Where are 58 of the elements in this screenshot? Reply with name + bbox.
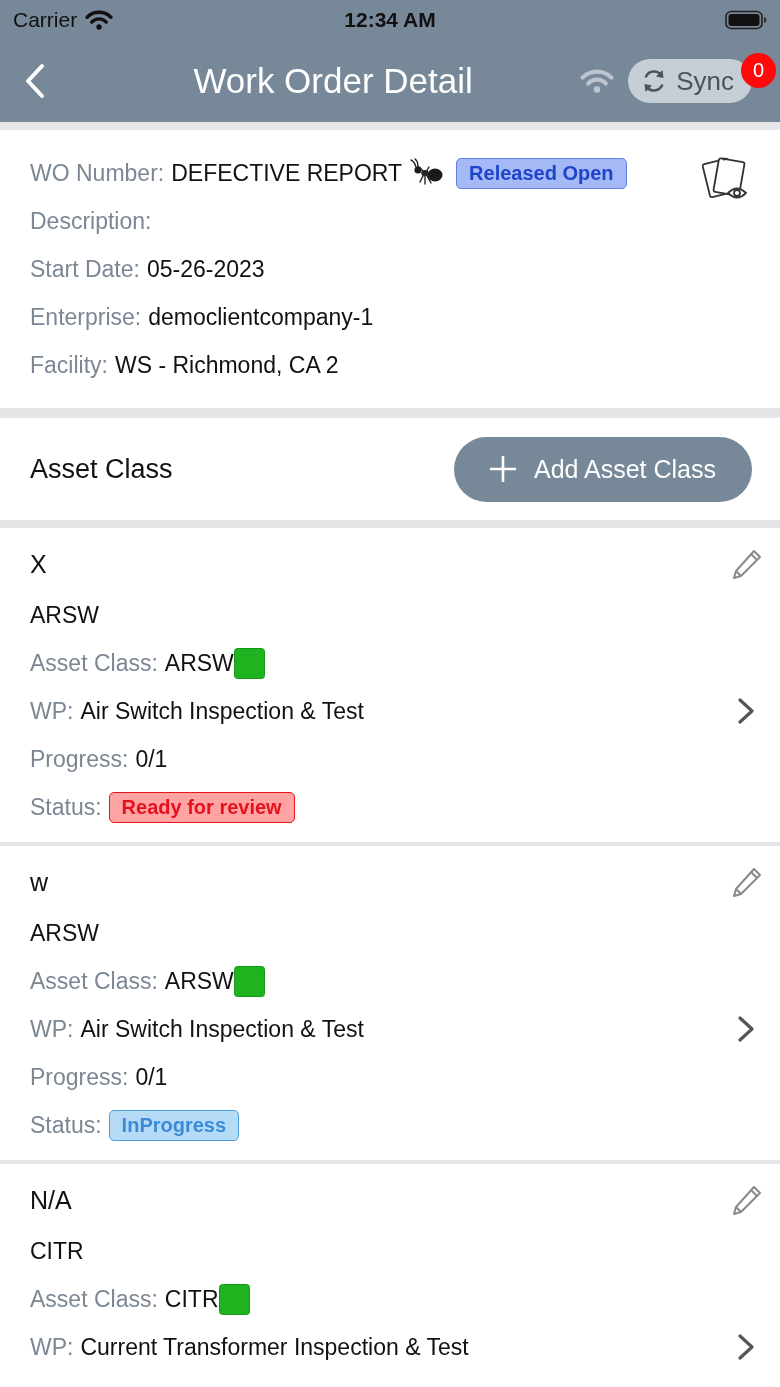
carrier-name: Carrier xyxy=(13,8,78,32)
square-icon xyxy=(233,647,265,679)
field-label: Description: xyxy=(30,207,152,235)
section-title: Asset Class xyxy=(30,453,173,485)
field-value: 05-26-2023 xyxy=(146,255,265,283)
field-label: Asset Class: xyxy=(30,967,158,995)
square-icon xyxy=(233,965,265,997)
plus-icon xyxy=(490,456,516,482)
field-value: ARSW xyxy=(164,649,234,677)
pencil-icon[interactable] xyxy=(732,1184,762,1216)
wifi-icon xyxy=(85,10,114,30)
status-badge: Released Open xyxy=(456,157,627,189)
field-value: ARSW xyxy=(164,967,234,995)
pencil-icon[interactable] xyxy=(732,866,762,898)
field-label: WP: xyxy=(30,1015,74,1043)
field-label: WP: xyxy=(30,1333,74,1361)
asset-name: X xyxy=(30,549,47,579)
field-value: WS - Richmond, CA 2 xyxy=(114,351,339,379)
field-label: Enterprise: xyxy=(30,303,142,331)
field-value: 0/1 xyxy=(135,1063,168,1091)
field-label: Status: xyxy=(30,1111,102,1139)
field-label: WP: xyxy=(30,697,74,725)
field-value: Air Switch Inspection & Test xyxy=(80,1015,364,1043)
field-label: Asset Class: xyxy=(30,649,158,677)
ant-icon xyxy=(410,158,445,188)
field-value: CITR xyxy=(164,1285,219,1313)
clock-time: 12:34 AM xyxy=(344,8,436,32)
chevron-right-icon[interactable] xyxy=(737,1016,755,1042)
field-label: Facility: xyxy=(30,351,108,379)
chevron-right-icon[interactable] xyxy=(737,1334,755,1360)
field-label: Start Date: xyxy=(30,255,140,283)
field-value: Current Transformer Inspection & Test xyxy=(80,1333,469,1361)
chevron-right-icon[interactable] xyxy=(737,698,755,724)
field-label: Progress: xyxy=(30,1063,129,1091)
wifi-icon xyxy=(580,68,615,94)
field-value: DEFECTIVE REPORT xyxy=(171,159,403,187)
back-icon[interactable] xyxy=(24,63,46,99)
square-icon xyxy=(218,1283,250,1315)
sync-button[interactable]: Sync xyxy=(628,59,752,103)
field-label: Asset Class: xyxy=(30,1285,158,1313)
asset-code: ARSW xyxy=(30,601,99,629)
battery-icon xyxy=(725,10,767,30)
page-title: Work Order Detail xyxy=(192,61,474,101)
asset-code: ARSW xyxy=(30,919,99,947)
asset-code: CITR xyxy=(30,1237,84,1265)
pencil-icon[interactable] xyxy=(732,548,762,580)
count-badge: 0 xyxy=(741,53,776,88)
field-label: Progress: xyxy=(30,745,129,773)
asset-name: N/A xyxy=(30,1185,72,1215)
status-badge: Ready for review xyxy=(108,791,295,823)
field-label: Status: xyxy=(30,793,102,821)
asset-name: w xyxy=(30,867,49,897)
add-asset-class-button[interactable]: Add Asset Class xyxy=(454,436,752,502)
field-value: Air Switch Inspection & Test xyxy=(80,697,364,725)
field-label: WO Number: xyxy=(30,159,165,187)
status-badge: InProgress xyxy=(108,1109,240,1141)
field-value: 0/1 xyxy=(135,745,168,773)
field-value: democlientcompany-1 xyxy=(148,303,374,331)
